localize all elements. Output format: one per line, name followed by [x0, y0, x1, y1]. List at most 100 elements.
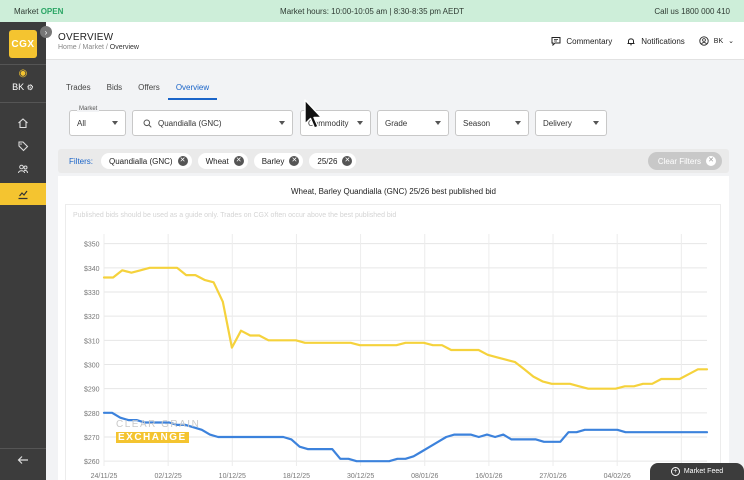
- settings-icon[interactable]: ⚙: [27, 83, 34, 92]
- filter-chip: Wheat ✕: [197, 153, 248, 169]
- sidebar-divider: [0, 448, 46, 449]
- location-search-value: Quandialla (GNC): [158, 118, 222, 128]
- clear-filters-button[interactable]: Clear Filters ✕: [647, 152, 722, 170]
- y-tick-label: $300: [84, 363, 100, 370]
- page-header: OVERVIEW Home / Market / Overview Commen…: [46, 22, 744, 60]
- delivery-select-value: Delivery: [543, 118, 572, 128]
- market-feed-button[interactable]: + Market Feed: [650, 463, 744, 480]
- x-tick-label: 16/01/26: [475, 473, 502, 480]
- caret-down-icon: [279, 121, 285, 125]
- y-tick-label: $290: [84, 387, 100, 394]
- x-tick-label: 24/11/25: [91, 473, 118, 480]
- y-tick-label: $320: [84, 314, 100, 321]
- chevron-right-icon: ›: [44, 27, 48, 37]
- caret-down-icon: [515, 121, 521, 125]
- caret-down-icon: [593, 121, 599, 125]
- close-icon[interactable]: ✕: [342, 156, 353, 166]
- comment-icon: [551, 37, 561, 46]
- sidebar-item-users[interactable]: [0, 158, 46, 180]
- filter-chip-label: Barley: [261, 156, 285, 166]
- breadcrumb-market[interactable]: Market: [83, 44, 104, 51]
- sidebar-expand-button[interactable]: ›: [40, 26, 52, 38]
- view-tabs: Trades Bids Offers Overview: [58, 80, 218, 100]
- commentary-button[interactable]: Commentary: [551, 36, 612, 46]
- caret-down-icon: [435, 121, 441, 125]
- close-icon[interactable]: ✕: [177, 156, 188, 166]
- grade-select[interactable]: Grade: [377, 110, 449, 136]
- sidebar-user[interactable]: ◉ BK ⚙: [0, 68, 46, 92]
- sidebar-item-trades[interactable]: [0, 135, 46, 157]
- y-tick-label: $340: [84, 266, 100, 273]
- notifications-label: Notifications: [641, 36, 685, 46]
- filter-chip-label: 25/26: [317, 156, 338, 166]
- x-tick-label: 02/12/25: [155, 473, 182, 480]
- filter-chip-label: Wheat: [205, 156, 229, 166]
- commentary-label: Commentary: [566, 36, 613, 46]
- close-icon[interactable]: ✕: [233, 156, 244, 166]
- sidebar-divider: [0, 64, 46, 65]
- users-icon: [18, 164, 28, 174]
- sidebar-item-home[interactable]: [0, 112, 46, 134]
- y-tick-label: $310: [84, 338, 100, 345]
- filter-chip: 25/26 ✕: [309, 153, 357, 169]
- market-hours: Market hours: 10:00-10:05 am | 8:30-8:35…: [280, 6, 464, 16]
- season-select[interactable]: Season: [455, 110, 529, 136]
- tab-trades[interactable]: Trades: [58, 80, 99, 100]
- season-select-value: Season: [463, 118, 491, 128]
- user-icon: [699, 36, 709, 46]
- breadcrumb: Home / Market / Overview: [58, 44, 139, 51]
- market-select-value: All: [77, 118, 86, 128]
- clear-filters-label: Clear Filters: [657, 156, 701, 166]
- active-filters-bar: Filters: Quandialla (GNC) ✕ Wheat ✕ Barl…: [58, 149, 729, 173]
- filter-chip-label: Quandialla (GNC): [109, 156, 173, 166]
- market-open-badge: OPEN: [40, 6, 64, 16]
- x-tick-label: 18/12/25: [283, 473, 310, 480]
- market-status: Market OPEN: [14, 7, 253, 16]
- x-tick-label: 04/02/26: [604, 473, 631, 480]
- cgx-logo[interactable]: CGX: [9, 30, 37, 58]
- breadcrumb-home[interactable]: Home: [58, 44, 77, 51]
- y-tick-label: $280: [84, 411, 100, 418]
- active-filters-label: Filters:: [69, 156, 93, 166]
- location-search[interactable]: Quandialla (GNC): [132, 110, 293, 136]
- y-tick-label: $330: [84, 290, 100, 297]
- account-initials: BK: [713, 37, 724, 45]
- sidebar-collapse-button[interactable]: [0, 450, 46, 470]
- series-line: [102, 266, 709, 390]
- tab-bids[interactable]: Bids: [99, 80, 131, 100]
- market-feed-label: Market Feed: [683, 468, 724, 475]
- close-icon[interactable]: ✕: [289, 156, 300, 166]
- grade-select-value: Grade: [385, 118, 408, 128]
- filter-chip: Quandialla (GNC) ✕: [101, 153, 192, 169]
- plus-icon: +: [670, 467, 680, 476]
- close-icon: ✕: [706, 156, 716, 166]
- tab-overview[interactable]: Overview: [167, 80, 218, 100]
- market-select[interactable]: Market All: [69, 106, 126, 136]
- cgx-watermark: CLEAR GRAIN EXCHANGE: [116, 418, 200, 444]
- chart-icon: [18, 190, 28, 200]
- breadcrumb-current: Overview: [109, 44, 139, 51]
- home-icon: [18, 118, 28, 129]
- search-icon: [143, 119, 152, 128]
- sidebar-divider: [0, 102, 46, 103]
- mouse-cursor-icon: [304, 99, 323, 129]
- sidebar: CGX ◉ BK ⚙: [0, 22, 46, 480]
- coin-icon: ◉: [18, 68, 28, 79]
- caret-down-icon: [112, 121, 118, 125]
- tag-icon: [18, 141, 29, 152]
- y-tick-label: $350: [84, 242, 100, 249]
- bell-icon: [627, 38, 635, 46]
- delivery-select[interactable]: Delivery: [535, 110, 607, 136]
- sidebar-item-overview[interactable]: [0, 183, 46, 205]
- page-title: OVERVIEW: [58, 32, 114, 43]
- market-status-bar: Market OPEN Market hours: 10:00-10:05 am…: [0, 0, 744, 22]
- tab-offers[interactable]: Offers: [130, 80, 168, 100]
- filter-chip: Barley ✕: [253, 153, 304, 169]
- x-tick-label: 30/12/25: [347, 473, 374, 480]
- notifications-button[interactable]: Notifications: [626, 36, 685, 46]
- support-phone-link[interactable]: Call us 1800 000 410: [491, 7, 730, 16]
- sidebar-user-initials: BK ⚙: [12, 82, 34, 92]
- watermark-line: EXCHANGE: [116, 432, 189, 443]
- y-tick-label: $270: [84, 435, 100, 442]
- account-menu-button[interactable]: BK ⌄: [699, 36, 734, 46]
